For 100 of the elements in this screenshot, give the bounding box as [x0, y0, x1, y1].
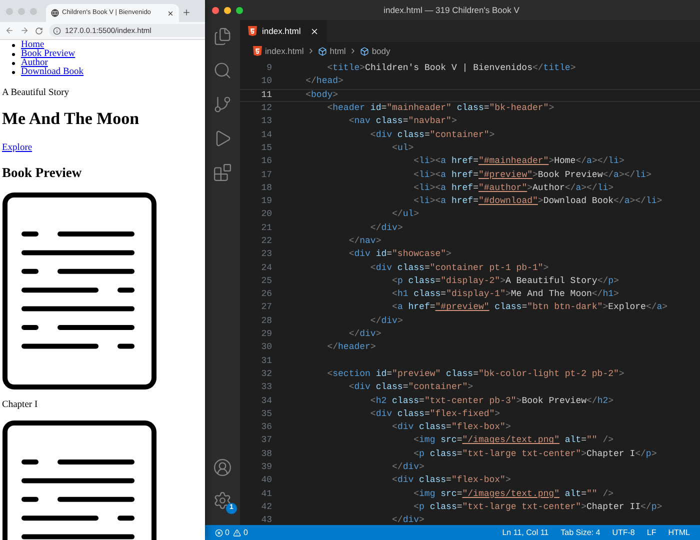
line-number: 25	[260, 276, 272, 287]
line-number: 22	[260, 236, 272, 247]
code-line: <section id="preview" class="bk-color-light pt-2 pb-2">	[326, 368, 624, 380]
code-line: </header>	[326, 342, 376, 354]
nav-link[interactable]: Author	[21, 59, 48, 68]
code-line: <a href="#preview" class="btn btn-dark">Explore</a>	[391, 302, 668, 314]
line-number: 32	[260, 368, 272, 380]
line-number: 28	[260, 316, 272, 327]
warning-icon	[233, 528, 242, 536]
branch-icon[interactable]	[213, 95, 232, 114]
line-number: 29	[260, 329, 272, 340]
code-line: </nav>	[348, 236, 382, 247]
line-number: 27	[260, 302, 272, 314]
close-icon[interactable]	[167, 10, 174, 16]
tagline: A Beautiful Story	[2, 87, 70, 100]
chapter-caption: Chapter I	[2, 398, 39, 412]
minimize-window-icon[interactable]	[224, 6, 231, 14]
code-line: </div>	[369, 222, 403, 234]
code-line: </head>	[304, 76, 344, 88]
nav-link[interactable]: Download Book	[21, 68, 84, 77]
code-line: <p class="txt-large txt-center">Chapter II</p>	[412, 502, 662, 513]
line-number: 38	[260, 448, 272, 460]
maximize-window-icon[interactable]	[236, 6, 243, 14]
nav-link[interactable]: Book Preview	[21, 50, 76, 59]
line-number: 18	[260, 182, 272, 194]
bullet-icon	[12, 62, 15, 65]
globe-icon	[51, 9, 59, 17]
code-line: <h1 class="display-1">Me And The Moon</h1>	[391, 289, 619, 300]
code-line: </div>	[369, 316, 403, 327]
new-tab-icon[interactable]	[182, 8, 191, 17]
code-line: <ul>	[391, 142, 414, 154]
settings-icon[interactable]	[213, 491, 232, 510]
warning-count: 0	[243, 526, 248, 538]
account-icon[interactable]	[213, 458, 232, 477]
code-line: <li><a href="#preview">Book Preview</a></li>	[412, 170, 652, 181]
code-line: <img src="/images/text.png" alt="" />	[412, 435, 614, 446]
code-line: <li><a href="#mainheader">Home</a></li>	[412, 156, 624, 168]
close-window-icon[interactable]	[212, 6, 219, 14]
status-item[interactable]: UTF-8	[612, 526, 635, 538]
html-file-icon	[248, 26, 257, 36]
code-line: <header id="mainheader" class="bk-header">	[326, 103, 554, 114]
search-icon[interactable]	[213, 61, 232, 80]
code-line: </div>	[391, 515, 424, 525]
line-number: 11	[260, 90, 272, 101]
code-line: <h2 class="txt-center pb-3">Book Preview</h2>	[369, 396, 614, 407]
html-file-icon	[253, 46, 262, 56]
close-icon[interactable]	[310, 26, 319, 36]
code-line: <div class="flex-box">	[391, 475, 511, 486]
line-number: 35	[260, 408, 272, 420]
line-number: 34	[260, 396, 272, 407]
code-line: <body>	[304, 90, 338, 101]
line-number: 40	[260, 475, 272, 486]
code-line: <div class="flex-fixed">	[369, 408, 500, 420]
editor-tab[interactable]: index.html	[240, 20, 327, 42]
code-line: <div class="container">	[369, 130, 495, 141]
line-number: 13	[260, 116, 272, 128]
line-number: 39	[260, 462, 272, 474]
status-item[interactable]: HTML	[668, 526, 690, 538]
line-number: 14	[260, 130, 272, 141]
line-number: 15	[260, 142, 272, 154]
info-icon	[53, 26, 61, 34]
line-number: 41	[260, 488, 272, 500]
forward-icon[interactable]	[20, 26, 29, 35]
line-number: 43	[260, 515, 272, 525]
blocks-icon[interactable]	[213, 163, 232, 182]
cube-icon	[318, 46, 327, 56]
reload-icon[interactable]	[35, 26, 43, 34]
code-line: </div>	[391, 462, 424, 474]
section-heading: Book Preview	[2, 164, 83, 182]
code-line: <img src="/images/text.png" alt="" />	[412, 488, 614, 500]
breadcrumb-item[interactable]: body	[372, 44, 390, 58]
code-line: <li><a href="#download">Download Book</a></li>	[412, 196, 662, 208]
nav-link[interactable]: Home	[21, 41, 44, 50]
line-number: 23	[260, 249, 272, 260]
line-number: 36	[260, 422, 272, 434]
code-line: </div>	[348, 329, 382, 340]
line-number: 19	[260, 196, 272, 208]
code-line: <title>Children's Book V | Bienvenidos</title>	[326, 63, 576, 74]
line-number: 31	[260, 356, 272, 367]
breadcrumb-item[interactable]: html	[330, 44, 346, 58]
bullet-icon	[12, 71, 15, 74]
status-item[interactable]: LF	[646, 526, 656, 538]
code-line: <li><a href="#author">Author</a></li>	[412, 182, 614, 194]
error-icon	[215, 528, 223, 536]
line-number: 12	[260, 103, 272, 114]
line-number: 26	[260, 289, 272, 300]
status-item[interactable]: Ln 11, Col 11	[502, 526, 549, 538]
line-number: 33	[260, 382, 272, 394]
line-number: 24	[260, 262, 272, 274]
line-number: 42	[260, 502, 272, 513]
line-number: 37	[260, 435, 272, 446]
files-icon[interactable]	[213, 27, 232, 46]
window-title: index.html — 319 Children's Book V	[382, 4, 520, 16]
status-item[interactable]: Tab Size: 4	[560, 526, 600, 538]
back-icon[interactable]	[5, 26, 14, 35]
explore-link[interactable]: Explore	[2, 141, 32, 156]
breadcrumb-item[interactable]: index.html	[265, 44, 304, 58]
code-line: <div class="container pt-1 pb-1">	[369, 262, 549, 274]
line-number: 17	[260, 170, 272, 181]
line-number: 9	[266, 63, 272, 74]
